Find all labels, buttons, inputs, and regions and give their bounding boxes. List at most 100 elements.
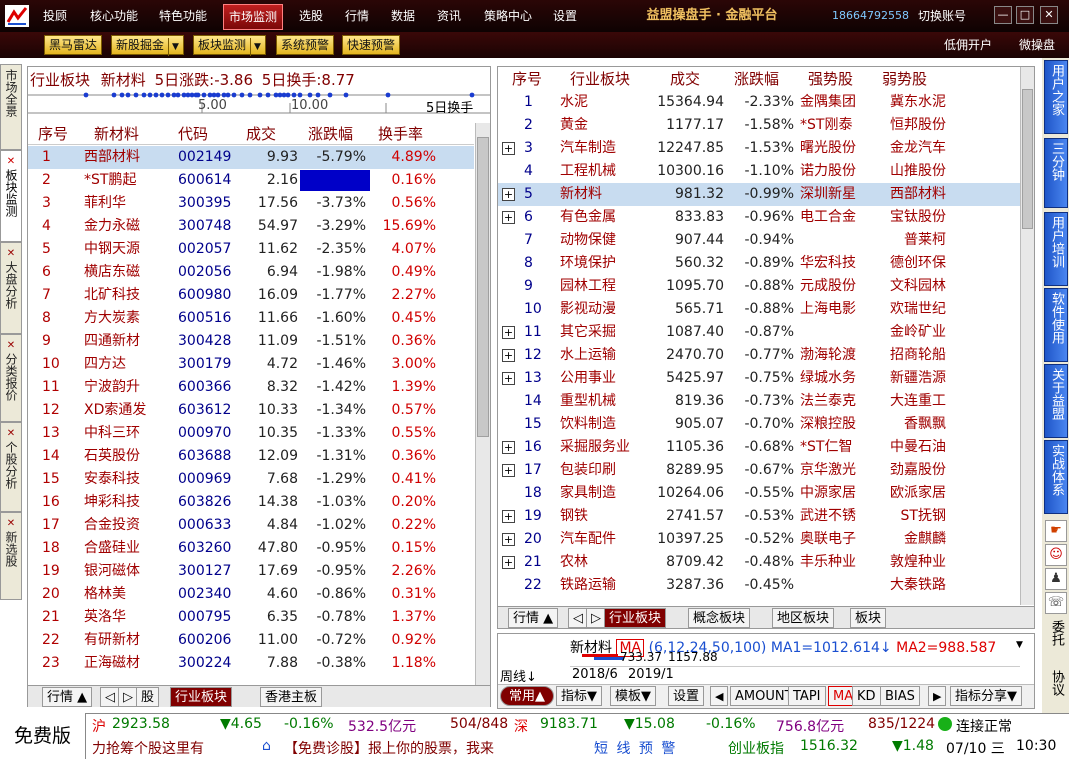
qq-icon[interactable]: ♟ [1045,568,1067,590]
table-row[interactable]: +11 其它采掘 1087.40 -0.87% 金岭矿业 [498,321,1020,344]
short-alert-link[interactable]: 短 线 预 警 [594,738,677,758]
tab-category-quotes[interactable]: ✕ 分类报价 [0,334,22,422]
expand-icon[interactable]: + [502,326,515,339]
table-row[interactable]: 18 合盛硅业 603260 47.80 -0.95% 0.15% [28,537,474,560]
table-row[interactable]: +6 有色金属 833.83 -0.96% 电工合金 宝钛股份 [498,206,1020,229]
dropdown-arrow-icon[interactable]: ▼ [250,38,261,56]
ipo-mining-button[interactable]: 新股掘金 ▼ [111,35,184,56]
sidebar-agreement[interactable]: 协议 [1045,670,1067,701]
table-row[interactable]: 18 家具制造 10264.06 -0.55% 中源家居 欧派家居 [498,482,1020,505]
table-row[interactable]: 6 横店东磁 002056 6.94 -1.98% 0.49% [28,261,474,284]
scrollbar-thumb[interactable] [1022,89,1033,229]
indicator-tapi[interactable]: TAPI [788,686,826,706]
tab-prev-icon[interactable]: ◁ [100,687,120,707]
tab-market-analysis[interactable]: ✕ 大盘分析 [0,242,22,334]
table-row[interactable]: 14 石英股份 603688 12.09 -1.31% 0.36% [28,445,474,468]
table-row[interactable]: 3 菲利华 300395 17.56 -3.73% 0.56% [28,192,474,215]
tab-next-icon[interactable]: ▷ [118,687,138,707]
col-name[interactable]: 新材料 [94,123,139,144]
table-row[interactable]: 16 坤彩科技 603826 14.38 -1.03% 0.20% [28,491,474,514]
tab-hk-main[interactable]: 香港主板 [260,687,323,707]
system-alert-button[interactable]: 系统预警 [276,35,335,55]
scrollbar-thumb[interactable] [477,137,489,437]
table-row[interactable]: 7 动物保健 907.44 -0.94% 普莱柯 [498,229,1020,252]
home-icon[interactable]: ⌂ [262,738,271,754]
menu-quotes[interactable]: 行情 [340,0,374,32]
table-row[interactable]: 17 合金投资 000633 4.84 -1.02% 0.22% [28,514,474,537]
gem-index[interactable]: 1516.32 [800,738,858,754]
maximize-icon[interactable]: □ [1016,6,1034,24]
expand-icon[interactable]: + [502,142,515,155]
table-row[interactable]: 15 安泰科技 000969 7.68 -1.29% 0.41% [28,468,474,491]
tab-concept-sector[interactable]: 概念板块 [688,608,751,628]
col-change[interactable]: 涨跌幅 [734,68,779,89]
menu-stock-select[interactable]: 选股 [294,0,328,32]
expand-icon[interactable]: + [502,441,515,454]
menu-settings[interactable]: 设置 [548,0,582,32]
sz-index[interactable]: 9183.71 [540,716,598,732]
close-icon[interactable]: ✕ [1040,6,1058,24]
col-index[interactable]: 序号 [38,123,68,144]
table-row[interactable]: +21 农林 8709.42 -0.48% 丰乐种业 敦煌种业 [498,551,1020,574]
chart-menu-arrow-icon[interactable]: ▼ [1016,640,1023,650]
sidebar-practice[interactable]: 实战体系 [1044,440,1068,514]
menu-core[interactable]: 核心功能 [86,0,142,32]
tab-stock-analysis[interactable]: ✕ 个股分析 [0,422,22,512]
table-row[interactable]: 1 西部材料 002149 9.93 -5.79% 4.89% [28,146,474,169]
close-tab-icon[interactable]: ✕ [1,247,21,261]
table-row[interactable]: 4 工程机械 10300.16 -1.10% 诺力股份 山推股份 [498,160,1020,183]
settings-button[interactable]: 设置 [668,686,705,706]
table-row[interactable]: 22 有研新材 600206 11.00 -0.72% 0.92% [28,629,474,652]
sidebar-training[interactable]: 用户培训 [1044,212,1068,286]
table-row[interactable]: +19 钢铁 2741.57 -0.53% 武进不锈 ST抚钢 [498,505,1020,528]
expand-icon[interactable]: + [502,510,515,523]
table-row[interactable]: 13 中科三环 000970 10.35 -1.33% 0.55% [28,422,474,445]
tab-industry-sector[interactable]: 行业板块 [604,608,667,628]
table-row[interactable]: 20 格林美 002340 4.60 -0.86% 0.31% [28,583,474,606]
sector-table-scrollbar[interactable] [1020,67,1034,605]
table-row[interactable]: 21 英洛华 000795 6.35 -0.78% 1.37% [28,606,474,629]
table-row[interactable]: 12 XD索通发 603612 10.33 -1.34% 0.57% [28,399,474,422]
service-icon[interactable]: ☏ [1045,592,1067,614]
col-volume[interactable]: 成交 [670,68,700,89]
table-row[interactable]: 2 *ST鹏起 600614 2.16 0.16% [28,169,474,192]
table-row[interactable]: 19 银河磁体 300127 17.69 -0.95% 2.26% [28,560,474,583]
tab-quotes[interactable]: 行情 ▲ [42,687,93,707]
close-tab-icon[interactable]: ✕ [1,517,21,531]
open-account-link[interactable]: 低佣开户 [944,35,992,55]
table-row[interactable]: +13 公用事业 5425.97 -0.75% 绿城水务 新疆浩源 [498,367,1020,390]
expand-icon[interactable]: + [502,556,515,569]
table-row[interactable]: +5 新材料 981.32 -0.99% 深圳新星 西部材料 [498,183,1020,206]
col-index[interactable]: 序号 [512,68,542,89]
dark-horse-radar-button[interactable]: 黑马雷达 [44,35,103,55]
sidebar-order[interactable]: 委托 [1045,620,1067,651]
col-volume[interactable]: 成交 [246,123,276,144]
menu-features[interactable]: 特色功能 [155,0,211,32]
expand-icon[interactable]: + [502,188,515,201]
table-row[interactable]: 9 四通新材 300428 11.09 -1.51% 0.36% [28,330,474,353]
table-row[interactable]: +3 汽车制造 12247.85 -1.53% 曙光股份 金龙汽车 [498,137,1020,160]
tab-sector-more[interactable]: 板块 [850,608,887,628]
menu-market-monitor[interactable]: 市场监测 [223,4,283,30]
menu-strategy[interactable]: 策略中心 [478,0,538,32]
expand-icon[interactable]: + [502,533,515,546]
tab-region-sector[interactable]: 地区板块 [772,608,835,628]
indicator-menu[interactable]: 指标▼ [556,686,603,706]
table-row[interactable]: 2 黄金 1177.17 -1.58% *ST刚泰 恒邦股份 [498,114,1020,137]
micro-trade-link[interactable]: 微操盘 [1019,35,1055,55]
expand-icon[interactable]: + [502,349,515,362]
sidebar-software-usage[interactable]: 软件使用 [1044,288,1068,362]
tab-next-icon[interactable]: ▷ [586,608,606,628]
dropdown-arrow-icon[interactable]: ▼ [168,38,179,56]
free-version-badge[interactable]: 免费版 [0,713,86,759]
tab-sector-monitor[interactable]: ✕ 板块监测 [0,150,22,242]
tab-prev-icon[interactable]: ◀ [710,686,729,706]
table-row[interactable]: 8 环境保护 560.32 -0.89% 华宏科技 德创环保 [498,252,1020,275]
table-row[interactable]: 4 金力永磁 300748 54.97 -3.29% 15.69% [28,215,474,238]
sidebar-user-home[interactable]: 用户之家 [1044,60,1068,134]
close-tab-icon[interactable]: ✕ [1,427,21,441]
quick-alert-button[interactable]: 快速预警 [342,35,401,55]
table-row[interactable]: 22 铁路运输 3287.36 -0.45% 大秦铁路 [498,574,1020,597]
hand-icon[interactable]: ☛ [1045,520,1067,542]
col-weak[interactable]: 弱势股 [882,68,927,89]
